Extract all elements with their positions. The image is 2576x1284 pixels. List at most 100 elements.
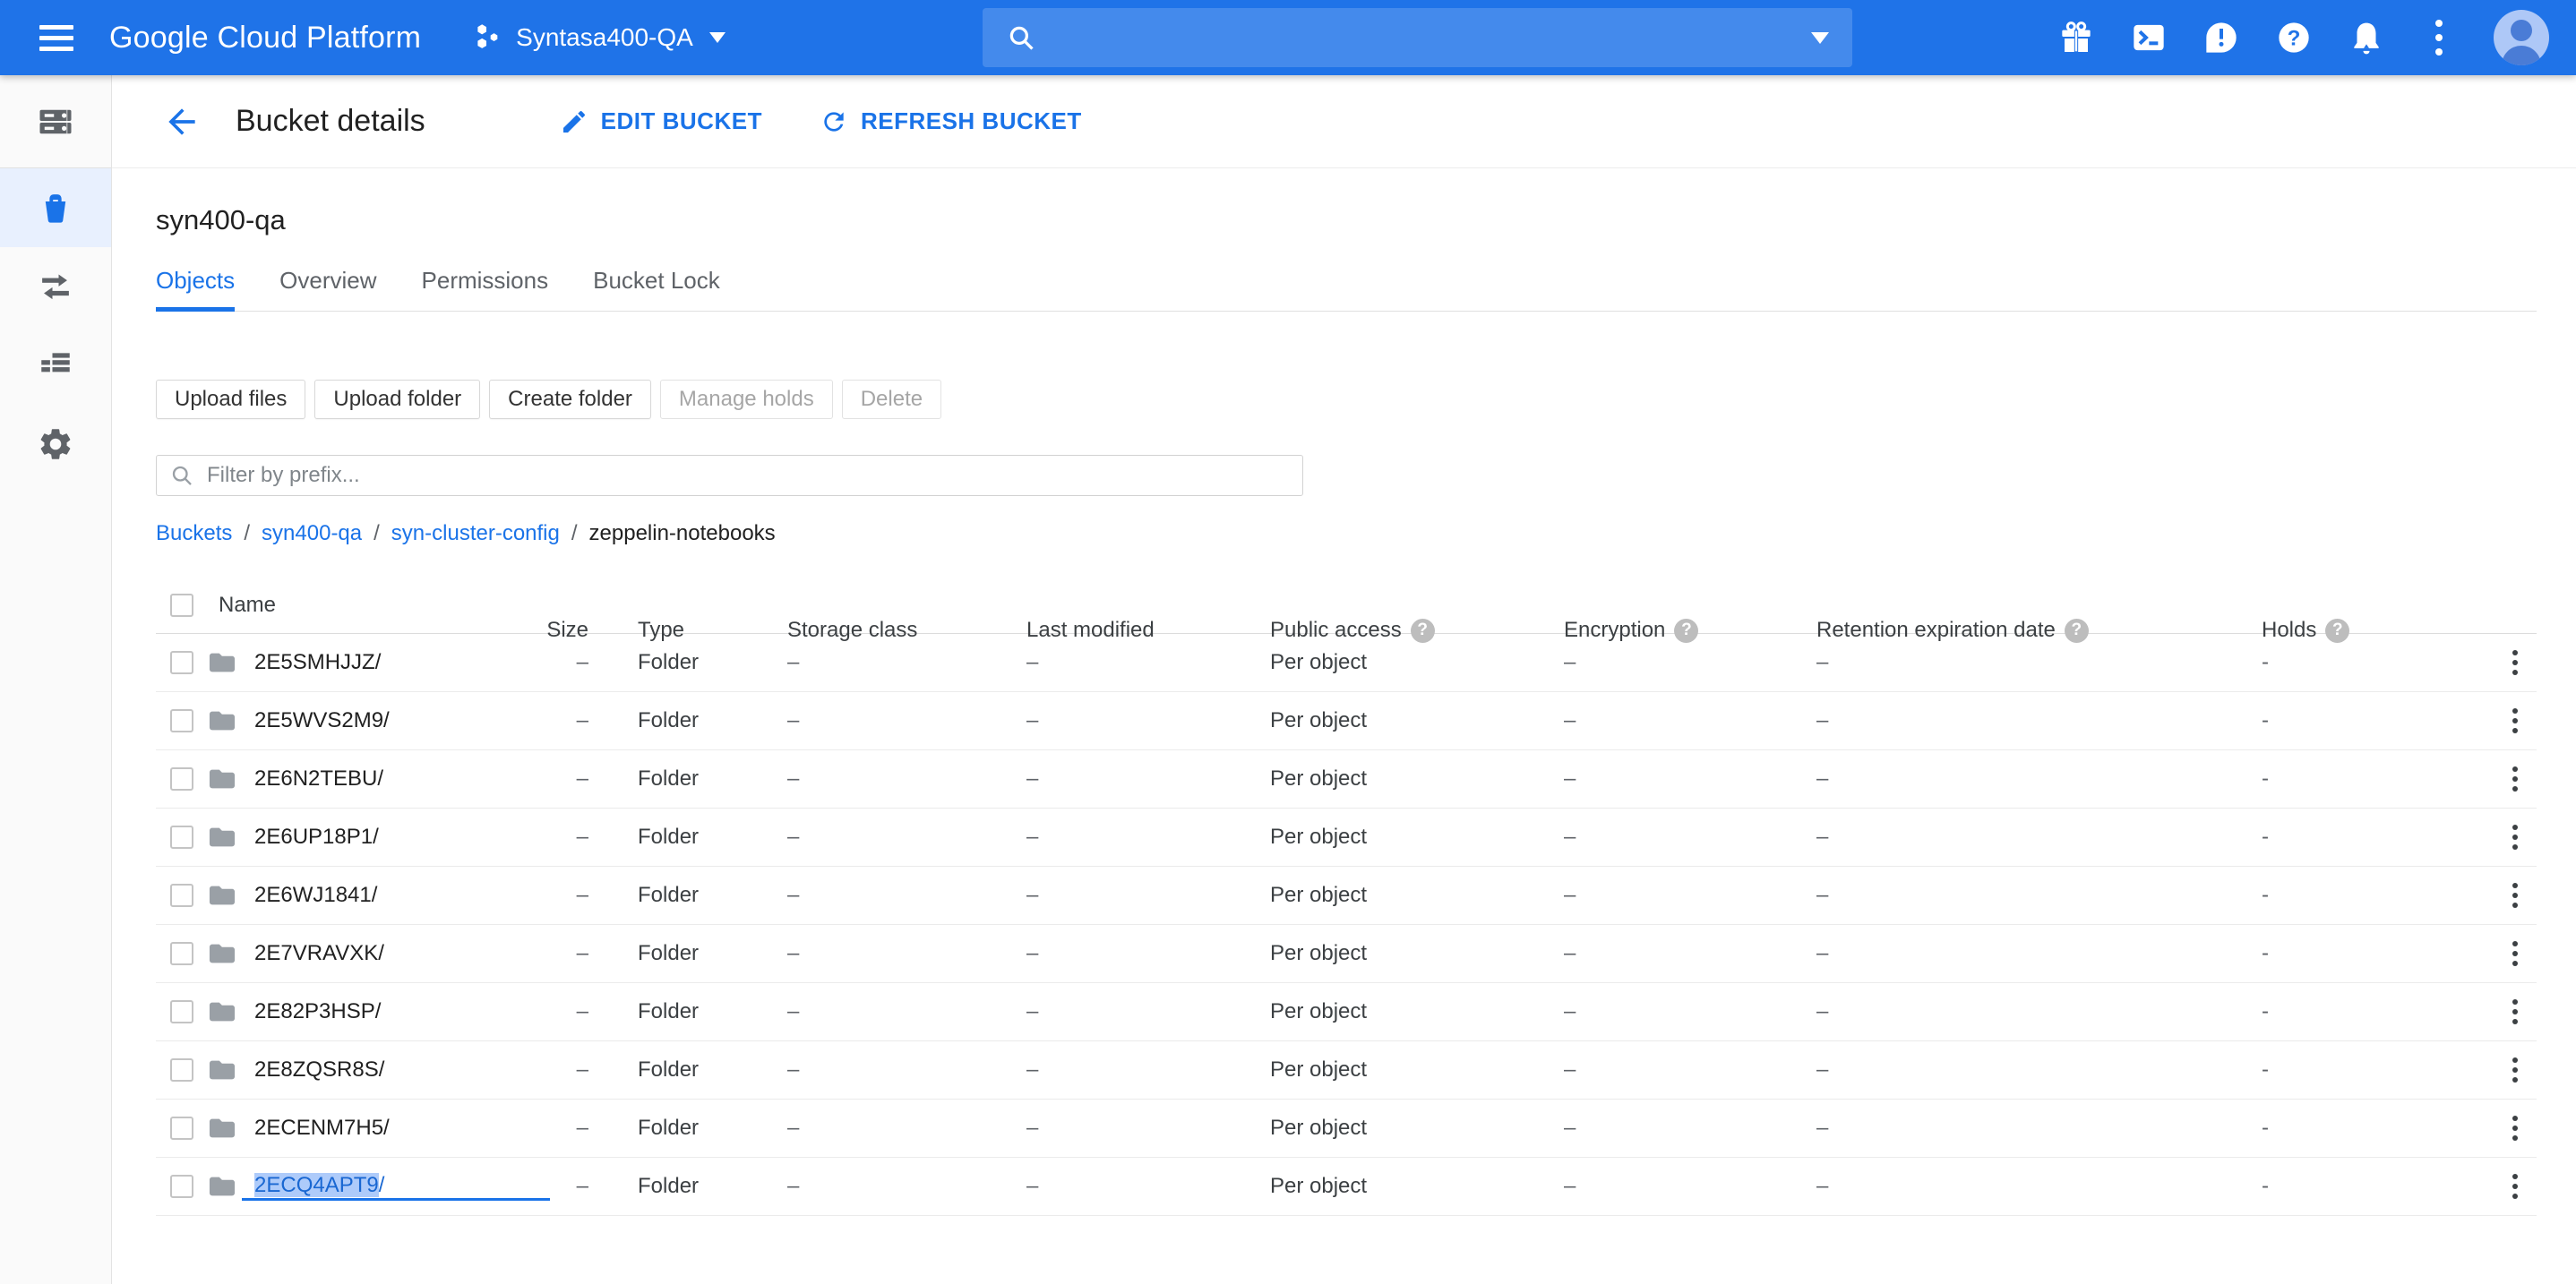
table-row[interactable]: 2E8ZQSR8S/ – Folder – – Per object – – - [156, 1041, 2537, 1100]
table-row[interactable]: 2E6N2TEBU/ – Folder – – Per object – – - [156, 750, 2537, 809]
object-name-link[interactable]: 2E6N2TEBU/ [242, 766, 550, 792]
row-menu-button[interactable] [2507, 761, 2523, 797]
sidebar-item-transfer[interactable] [0, 247, 111, 326]
top-bar: Google Cloud Platform Syntasa400-QA [0, 0, 2576, 75]
row-menu-button[interactable] [2507, 877, 2523, 913]
cell-last-modified: – [1026, 941, 1270, 966]
object-name-link[interactable]: 2E82P3HSP/ [242, 999, 550, 1024]
folder-icon [208, 942, 242, 965]
cell-type: Folder [638, 1174, 787, 1199]
table-row[interactable]: 2E6UP18P1/ – Folder – – Per object – – - [156, 809, 2537, 867]
filter-box[interactable] [156, 455, 1303, 496]
row-checkbox[interactable] [170, 826, 193, 849]
row-menu-button[interactable] [2507, 1168, 2523, 1204]
feedback-icon[interactable] [2203, 20, 2239, 56]
row-menu-button[interactable] [2507, 703, 2523, 739]
upload-folder-button[interactable]: Upload folder [314, 380, 480, 419]
object-name-link[interactable]: 2E8ZQSR8S/ [242, 1057, 550, 1083]
sidebar-item-transfer-appliance[interactable] [0, 326, 111, 405]
tabs: Objects Overview Permissions Bucket Lock [156, 267, 2537, 312]
column-storage-class: Storage class [787, 618, 1026, 643]
cell-size: – [577, 941, 588, 966]
table-row[interactable]: 2ECQ4APT9/ – Folder – – Per object – – - [156, 1158, 2537, 1216]
project-name: Syntasa400-QA [516, 23, 693, 52]
row-checkbox[interactable] [170, 1058, 193, 1082]
table-row[interactable]: 2E7VRAVXK/ – Folder – – Per object – – - [156, 925, 2537, 983]
gift-icon[interactable] [2058, 20, 2094, 56]
cell-retention: – [1816, 825, 2262, 850]
project-selector[interactable]: Syntasa400-QA [473, 22, 726, 53]
cell-encryption: – [1564, 650, 1816, 675]
upload-files-button[interactable]: Upload files [156, 380, 305, 419]
sidebar [0, 75, 112, 1284]
help-icon[interactable]: ? [1674, 619, 1698, 643]
filter-input[interactable] [207, 463, 1290, 488]
help-icon[interactable]: ? [2065, 619, 2089, 643]
row-menu-button[interactable] [2507, 819, 2523, 855]
menu-icon[interactable] [39, 25, 73, 51]
refresh-bucket-button[interactable]: REFRESH BUCKET [820, 107, 1082, 136]
object-name-link[interactable]: 2E5SMHJJZ/ [242, 650, 550, 675]
chevron-down-icon [709, 32, 726, 43]
cell-holds: - [2262, 766, 2476, 792]
cell-holds: - [2262, 650, 2476, 675]
table-row[interactable]: 2E82P3HSP/ – Folder – – Per object – – - [156, 983, 2537, 1041]
edit-bucket-button[interactable]: EDIT BUCKET [560, 107, 762, 136]
search-bar[interactable] [983, 8, 1852, 67]
product-name: Google Cloud Platform [109, 21, 421, 56]
cell-type: Folder [638, 883, 787, 908]
table-row[interactable]: 2E5WVS2M9/ – Folder – – Per object – – - [156, 692, 2537, 750]
back-button[interactable] [162, 102, 202, 141]
object-name-link[interactable]: 2E5WVS2M9/ [242, 708, 550, 733]
notifications-icon[interactable] [2348, 20, 2384, 56]
row-checkbox[interactable] [170, 1117, 193, 1140]
avatar[interactable] [2494, 10, 2549, 65]
cell-storage-class: – [787, 999, 1026, 1024]
cell-holds: - [2262, 941, 2476, 966]
table-row[interactable]: 2ECENM7H5/ – Folder – – Per object – – - [156, 1100, 2537, 1158]
object-name-link[interactable]: 2E7VRAVXK/ [242, 941, 550, 966]
cell-public-access: Per object [1270, 825, 1564, 850]
row-menu-button[interactable] [2507, 1110, 2523, 1146]
row-menu-button[interactable] [2507, 936, 2523, 972]
search-dropdown-icon[interactable] [1811, 32, 1829, 44]
row-menu-button[interactable] [2507, 994, 2523, 1030]
header-checkbox[interactable] [170, 594, 193, 617]
settings-icon [37, 425, 74, 463]
row-checkbox[interactable] [170, 1000, 193, 1023]
folder-icon [208, 1058, 242, 1082]
breadcrumb-link-buckets[interactable]: Buckets [156, 521, 232, 546]
table-row[interactable]: 2E6WJ1841/ – Folder – – Per object – – - [156, 867, 2537, 925]
sidebar-item-browser[interactable] [0, 168, 111, 247]
breadcrumb-link-syn-cluster-config[interactable]: syn-cluster-config [391, 521, 560, 546]
object-name-link[interactable]: 2ECQ4APT9/ [242, 1173, 550, 1201]
tab-permissions[interactable]: Permissions [422, 267, 549, 311]
more-icon[interactable] [2421, 20, 2457, 56]
tab-overview[interactable]: Overview [279, 267, 376, 311]
row-checkbox[interactable] [170, 1175, 193, 1198]
row-menu-button[interactable] [2507, 1052, 2523, 1088]
cell-storage-class: – [787, 883, 1026, 908]
object-name-link[interactable]: 2E6WJ1841/ [242, 883, 550, 908]
cell-last-modified: – [1026, 1116, 1270, 1141]
row-checkbox[interactable] [170, 709, 193, 732]
object-name-link[interactable]: 2E6UP18P1/ [242, 825, 550, 850]
breadcrumb-link-syn400-qa[interactable]: syn400-qa [262, 521, 362, 546]
row-menu-button[interactable] [2507, 645, 2523, 681]
object-name-link[interactable]: 2ECENM7H5/ [242, 1116, 550, 1141]
row-checkbox[interactable] [170, 767, 193, 791]
help-icon[interactable]: ? [2325, 619, 2349, 643]
tab-objects[interactable]: Objects [156, 267, 235, 311]
create-folder-button[interactable]: Create folder [489, 380, 651, 419]
tab-bucket-lock[interactable]: Bucket Lock [593, 267, 720, 311]
help-icon[interactable]: ? [2276, 20, 2312, 56]
sidebar-item-storage-product[interactable] [0, 75, 111, 168]
help-icon[interactable]: ? [1411, 619, 1435, 643]
cell-type: Folder [638, 1116, 787, 1141]
cloud-shell-icon[interactable] [2131, 20, 2167, 56]
row-checkbox[interactable] [170, 884, 193, 907]
row-checkbox[interactable] [170, 942, 193, 965]
pencil-icon [560, 107, 588, 136]
row-checkbox[interactable] [170, 651, 193, 674]
sidebar-item-settings[interactable] [0, 405, 111, 484]
